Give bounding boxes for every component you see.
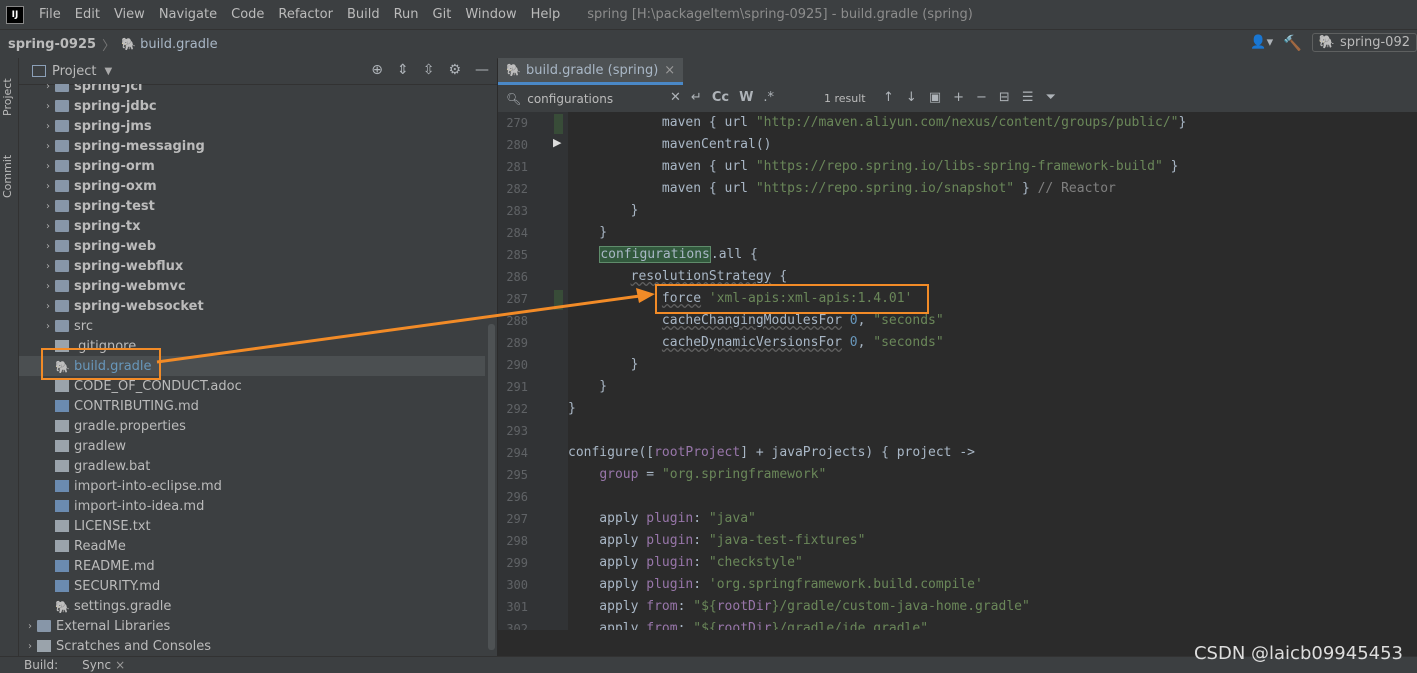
build-tab[interactable]: Build: bbox=[24, 658, 58, 672]
sync-tab[interactable]: Sync bbox=[82, 658, 111, 672]
watermark: CSDN @laicb09945453 bbox=[1193, 643, 1403, 664]
close-icon[interactable]: × bbox=[115, 658, 125, 672]
annotation-arrow bbox=[156, 288, 655, 364]
